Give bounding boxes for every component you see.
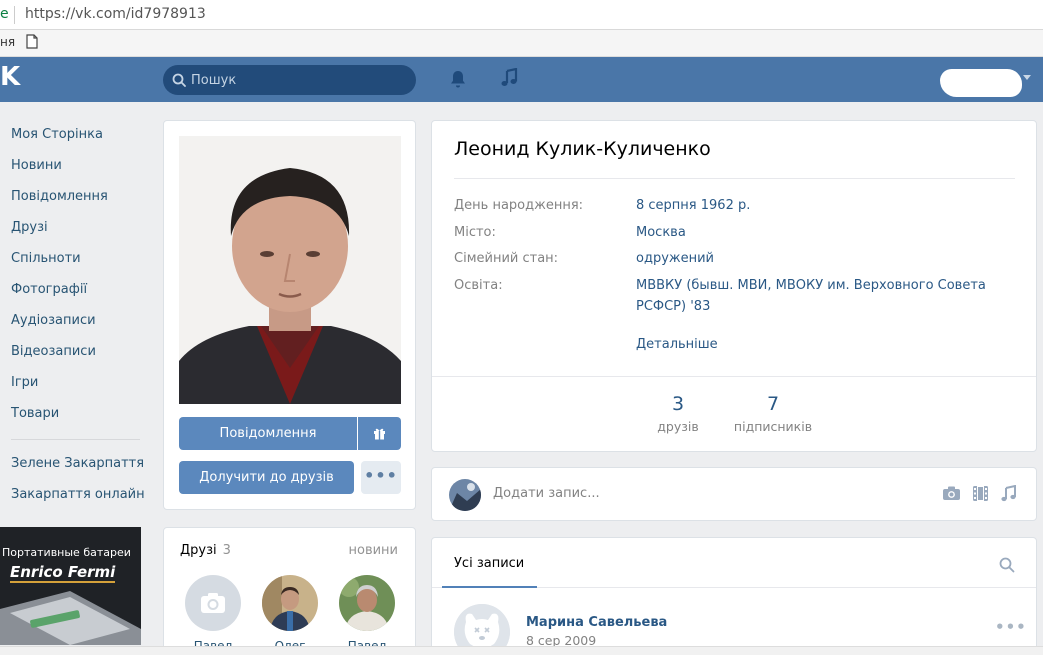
friends-news-link[interactable]: новини <box>348 543 398 558</box>
followers-counter-label: підписників <box>733 419 813 434</box>
nav-friends[interactable]: Друзі <box>0 213 150 244</box>
birthday-value[interactable]: 8 серпня 1962 р. <box>636 195 1016 216</box>
friend-avatar <box>339 575 395 631</box>
gift-button[interactable] <box>358 417 401 450</box>
friend-item[interactable]: Павел <box>185 575 241 653</box>
browser-address-bar[interactable]: e https://vk.com/id7978913 <box>0 0 1043 30</box>
wall-card: Усі записи Марина Савельева 8 сер 2009 •… <box>431 537 1037 655</box>
show-details-link[interactable]: Детальніше <box>636 337 718 352</box>
vk-header: K <box>0 57 1043 102</box>
user-avatar-redacted <box>940 69 1022 97</box>
friends-title[interactable]: Друзі 3 <box>180 543 231 558</box>
friends-count: 3 <box>222 543 231 558</box>
nav-communities[interactable]: Спільноти <box>0 244 150 275</box>
marital-status-value[interactable]: одружений <box>636 248 1016 269</box>
page-icon[interactable] <box>26 34 38 53</box>
music-icon[interactable] <box>499 67 519 92</box>
bookmarks-bar: ня <box>0 30 1043 57</box>
advertisement[interactable]: Портативные батареи Enrico Fermi <box>0 527 141 645</box>
bell-icon[interactable] <box>449 69 467 93</box>
new-post-box: Додати запис... <box>431 467 1037 521</box>
tab-all-posts[interactable]: Усі записи <box>454 556 524 571</box>
friends-counter[interactable]: 3 друзів <box>652 393 704 434</box>
bookmark-item[interactable]: ня <box>0 35 15 49</box>
search-input[interactable] <box>191 65 401 95</box>
friends-counter-label: друзів <box>657 419 699 434</box>
post-author-name[interactable]: Марина Савельева <box>526 615 667 630</box>
city-label: Місто: <box>454 225 496 240</box>
nav-my-page[interactable]: Моя Сторінка <box>0 120 150 151</box>
nav-group-green-zakarpattia[interactable]: Зелене Закарпаття <box>0 449 150 480</box>
divider <box>454 178 1015 179</box>
followers-counter[interactable]: 7 підписників <box>728 393 818 434</box>
post-input[interactable]: Додати запис... <box>493 486 600 501</box>
more-actions-button[interactable]: ••• <box>361 461 401 494</box>
profile-photo[interactable] <box>179 136 401 404</box>
camera-icon[interactable] <box>942 485 961 505</box>
profile-photo-card: Повідомлення Долучити до друзів ••• <box>163 120 416 510</box>
profile-name: Леонид Кулик-Куличенко <box>454 138 711 160</box>
gift-icon <box>374 428 385 440</box>
vk-logo[interactable]: K <box>0 62 20 92</box>
search-icon[interactable] <box>999 557 1015 577</box>
nav-market[interactable]: Товари <box>0 399 150 430</box>
friends-counter-number: 3 <box>671 393 685 415</box>
nav-video[interactable]: Відеозаписи <box>0 337 150 368</box>
followers-counter-number: 7 <box>766 393 780 415</box>
user-menu[interactable] <box>935 65 1043 97</box>
friend-item[interactable]: Олег <box>262 575 318 653</box>
chevron-down-icon <box>1023 75 1031 80</box>
profile-info-card: Леонид Кулик-Куличенко День народження: … <box>431 120 1037 452</box>
marital-status-label: Сімейний стан: <box>454 251 559 266</box>
friends-card: Друзі 3 новини Павел Олег Павел <box>163 527 416 655</box>
music-icon[interactable] <box>1001 484 1017 506</box>
ad-line-1: Портативные батареи <box>2 546 131 559</box>
address-url[interactable]: https://vk.com/id7978913 <box>25 6 206 22</box>
address-prefix: e <box>0 6 9 22</box>
active-tab-indicator <box>442 586 537 588</box>
nav-divider <box>11 439 140 440</box>
left-nav: Моя Сторінка Новини Повідомлення Друзі С… <box>0 120 150 511</box>
horizontal-scrollbar[interactable] <box>0 646 1043 655</box>
ad-brand: Enrico Fermi <box>10 563 116 583</box>
nav-audio[interactable]: Аудіозаписи <box>0 306 150 337</box>
add-friend-button[interactable]: Долучити до друзів <box>179 461 354 494</box>
video-icon[interactable] <box>972 485 989 506</box>
nav-games[interactable]: Ігри <box>0 368 150 399</box>
birthday-label: День народження: <box>454 198 584 213</box>
post-more-button[interactable]: ••• <box>995 618 1027 636</box>
friend-item[interactable]: Павел <box>339 575 395 653</box>
city-value[interactable]: Москва <box>636 222 1016 243</box>
friend-avatar <box>262 575 318 631</box>
friends-title-label: Друзі <box>180 543 217 558</box>
education-value[interactable]: МВВКУ (бывш. МВИ, МВОКУ им. Верховного С… <box>636 275 1016 317</box>
send-message-button[interactable]: Повідомлення <box>179 417 357 450</box>
nav-news[interactable]: Новини <box>0 151 150 182</box>
address-divider <box>14 6 15 24</box>
nav-group-zakarpattia-online[interactable]: Закарпаття онлайн <box>0 480 150 511</box>
education-label: Освіта: <box>454 278 503 293</box>
search-icon <box>172 73 186 91</box>
camera-icon <box>185 575 241 631</box>
ad-product-image <box>0 591 141 645</box>
search-box[interactable] <box>163 65 416 95</box>
nav-photos[interactable]: Фотографії <box>0 275 150 306</box>
divider <box>432 376 1036 377</box>
current-user-avatar <box>449 479 481 511</box>
nav-messages[interactable]: Повідомлення <box>0 182 150 213</box>
